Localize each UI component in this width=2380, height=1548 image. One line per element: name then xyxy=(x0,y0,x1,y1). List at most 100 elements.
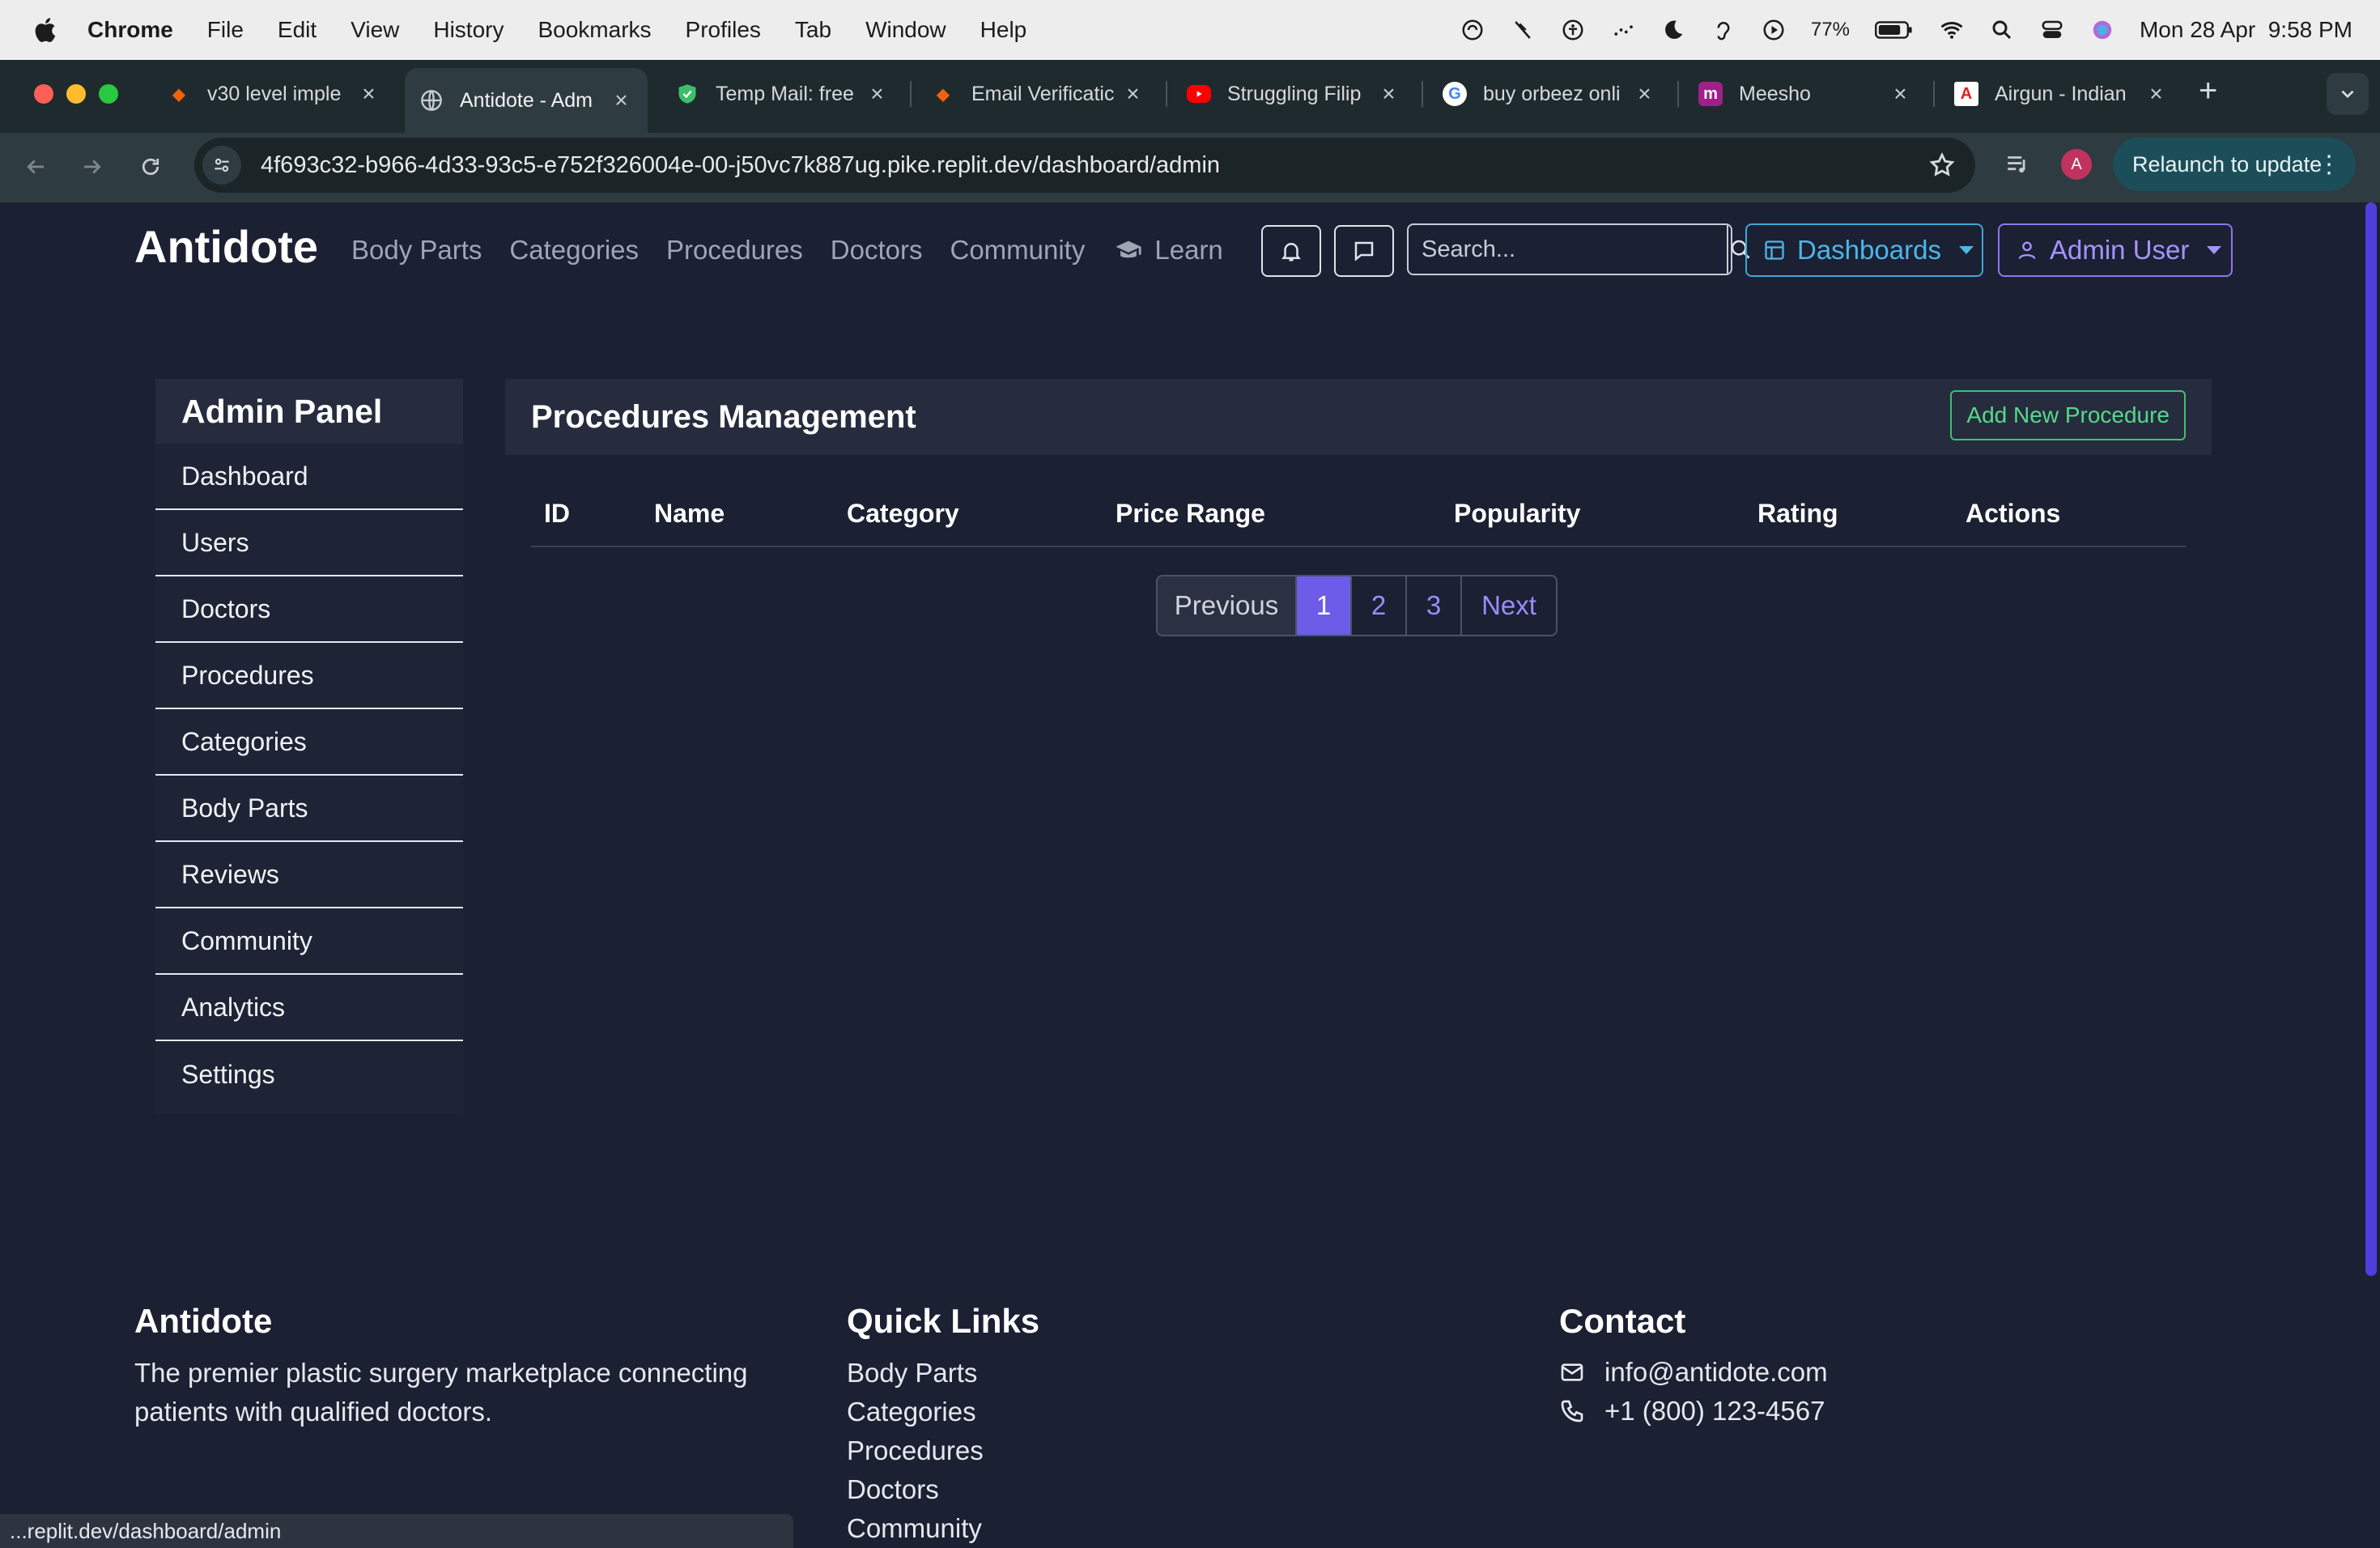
pagination-previous[interactable]: Previous xyxy=(1158,576,1297,635)
menu-help[interactable]: Help xyxy=(980,17,1027,43)
tab-temp-mail[interactable]: Temp Mail: free × xyxy=(661,68,903,120)
spotlight-search-icon[interactable] xyxy=(1989,17,2015,43)
forward-button[interactable] xyxy=(71,146,113,188)
nav-community[interactable]: Community xyxy=(950,235,1085,266)
footer-link-procedures[interactable]: Procedures xyxy=(847,1431,984,1470)
nav-procedures[interactable]: Procedures xyxy=(666,235,803,266)
sidebar-item-dashboard[interactable]: Dashboard xyxy=(155,444,463,510)
wifi-icon[interactable] xyxy=(1939,17,1965,43)
pagination-next[interactable]: Next xyxy=(1462,576,1556,635)
siri-icon[interactable] xyxy=(2089,17,2115,43)
close-tab-icon[interactable]: × xyxy=(2144,81,2168,107)
profile-avatar[interactable]: A xyxy=(2061,149,2092,180)
menu-edit[interactable]: Edit xyxy=(278,17,317,43)
close-tab-icon[interactable]: × xyxy=(1633,81,1656,107)
footer-contact-phone[interactable]: +1 (800) 123-4567 xyxy=(1559,1396,1825,1427)
mute-icon[interactable] xyxy=(1510,17,1536,43)
more-menu-icon[interactable]: ⋮ xyxy=(2317,151,2341,179)
close-tab-icon[interactable]: × xyxy=(1121,81,1145,107)
tab-search-button[interactable] xyxy=(2327,73,2369,115)
new-tab-icon[interactable]: + xyxy=(2199,73,2217,109)
pagination-page-1[interactable]: 1 xyxy=(1297,576,1352,635)
accessibility-icon[interactable] xyxy=(1560,17,1586,43)
address-bar[interactable]: 4f693c32-b966-4d33-93c5-e752f326004e-00-… xyxy=(194,138,1975,193)
notifications-button[interactable] xyxy=(1261,225,1321,277)
pagination-page-3[interactable]: 3 xyxy=(1407,576,1462,635)
menu-tab[interactable]: Tab xyxy=(795,17,831,43)
window-zoom-button[interactable] xyxy=(99,84,118,104)
tab-youtube[interactable]: Struggling Filip × xyxy=(1172,68,1415,120)
apple-icon[interactable] xyxy=(32,16,57,44)
column-name[interactable]: Name xyxy=(654,499,725,529)
menu-view[interactable]: View xyxy=(351,17,399,43)
menu-history[interactable]: History xyxy=(433,17,504,43)
footer-link-categories[interactable]: Categories xyxy=(847,1393,984,1431)
moon-icon[interactable] xyxy=(1660,17,1686,43)
sidebar-item-body-parts[interactable]: Body Parts xyxy=(155,776,463,842)
reload-button[interactable] xyxy=(130,146,172,188)
menu-profiles[interactable]: Profiles xyxy=(686,17,761,43)
sidebar-item-categories[interactable]: Categories xyxy=(155,709,463,776)
tab-google-search[interactable]: G buy orbeez onli × xyxy=(1428,68,1671,120)
pagination: Previous 1 2 3 Next xyxy=(1156,575,1558,636)
control-center-icon[interactable] xyxy=(2039,17,2065,43)
site-settings-icon[interactable] xyxy=(202,146,241,185)
footer-link-doctors[interactable]: Doctors xyxy=(847,1470,984,1509)
sidebar-item-analytics[interactable]: Analytics xyxy=(155,975,463,1041)
nav-categories[interactable]: Categories xyxy=(509,235,639,266)
column-price-range[interactable]: Price Range xyxy=(1116,499,1265,529)
clock[interactable]: Mon 28 Apr 9:58 PM xyxy=(2140,17,2352,43)
dashboards-dropdown[interactable]: Dashboards xyxy=(1745,223,1983,277)
sidebar-item-doctors[interactable]: Doctors xyxy=(155,576,463,643)
sidebar-item-settings[interactable]: Settings xyxy=(155,1041,463,1108)
play-icon[interactable] xyxy=(1761,17,1787,43)
footer-link-body-parts[interactable]: Body Parts xyxy=(847,1354,984,1393)
nav-body-parts[interactable]: Body Parts xyxy=(351,235,482,266)
tab-meesho[interactable]: m Meesho × xyxy=(1684,68,1927,120)
menu-file[interactable]: File xyxy=(207,17,244,43)
footer-link-community[interactable]: Community xyxy=(847,1509,984,1548)
window-close-button[interactable] xyxy=(34,84,53,104)
sidebar-item-community[interactable]: Community xyxy=(155,908,463,975)
window-minimize-button[interactable] xyxy=(66,84,86,104)
media-control-icon[interactable] xyxy=(2004,151,2032,178)
close-tab-icon[interactable]: × xyxy=(1377,81,1400,107)
column-actions[interactable]: Actions xyxy=(1966,499,2060,529)
page-scrollbar[interactable] xyxy=(2365,202,2377,1276)
ear-icon[interactable] xyxy=(1711,17,1736,43)
tab-airgun[interactable]: A Airgun - Indian × xyxy=(1940,68,2182,120)
user-icon xyxy=(2018,241,2036,260)
search-input[interactable] xyxy=(1409,225,1727,274)
nav-learn[interactable]: Learn xyxy=(1112,235,1223,266)
close-tab-icon[interactable]: × xyxy=(357,81,380,107)
sync-icon[interactable] xyxy=(1460,17,1485,43)
tab-replit-v30[interactable]: ◆ v30 level imple × xyxy=(152,68,395,120)
menu-app-name[interactable]: Chrome xyxy=(87,17,173,43)
add-new-procedure-button[interactable]: Add New Procedure xyxy=(1950,390,2186,440)
site-brand-logo[interactable]: Antidote xyxy=(134,220,318,273)
tab-email-verification[interactable]: ◆ Email Verificatic × xyxy=(916,68,1159,120)
close-tab-icon[interactable]: × xyxy=(865,81,889,107)
dots-wave-icon[interactable] xyxy=(1610,17,1636,43)
column-rating[interactable]: Rating xyxy=(1757,499,1838,529)
sidebar-item-reviews[interactable]: Reviews xyxy=(155,842,463,908)
sidebar-item-users[interactable]: Users xyxy=(155,510,463,576)
menu-bookmarks[interactable]: Bookmarks xyxy=(538,17,651,43)
column-popularity[interactable]: Popularity xyxy=(1454,499,1580,529)
relaunch-to-update-button[interactable]: Relaunch to update ⋮ xyxy=(2113,138,2356,191)
nav-doctors[interactable]: Doctors xyxy=(831,235,923,266)
messages-button[interactable] xyxy=(1334,225,1394,277)
menu-window[interactable]: Window xyxy=(865,17,946,43)
close-tab-icon[interactable]: × xyxy=(610,87,633,113)
pagination-page-2[interactable]: 2 xyxy=(1352,576,1407,635)
back-button[interactable] xyxy=(15,146,57,188)
battery-icon[interactable] xyxy=(1874,17,1915,43)
admin-user-dropdown[interactable]: Admin User xyxy=(1998,223,2233,277)
bookmark-star-icon[interactable] xyxy=(1928,151,1956,179)
column-category[interactable]: Category xyxy=(847,499,959,529)
footer-contact-email[interactable]: info@antidote.com xyxy=(1559,1357,1828,1388)
column-id[interactable]: ID xyxy=(544,499,570,529)
close-tab-icon[interactable]: × xyxy=(1889,81,1912,107)
sidebar-item-procedures[interactable]: Procedures xyxy=(155,643,463,709)
tab-antidote-admin[interactable]: Antidote - Adm × xyxy=(405,68,648,133)
